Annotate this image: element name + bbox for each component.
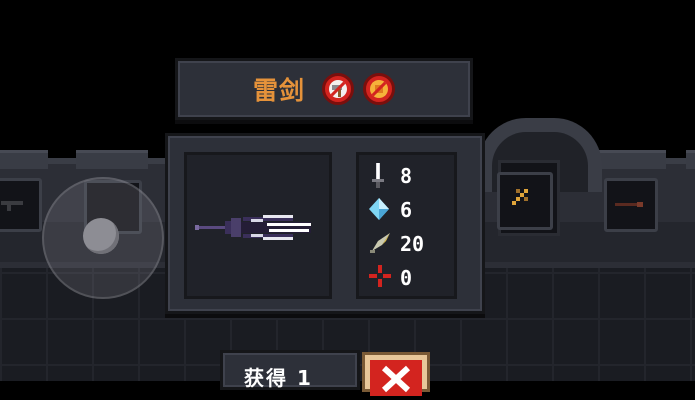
weapon-preview xyxy=(184,152,332,299)
wall-crenel xyxy=(594,150,666,169)
crit-feather-icon xyxy=(370,233,390,253)
close-button[interactable] xyxy=(362,352,430,396)
weapon-rack-slot[interactable] xyxy=(0,178,42,232)
sword-attack-icon xyxy=(372,163,384,188)
wall-crenel xyxy=(0,150,48,169)
wall-crenel xyxy=(76,150,148,169)
wall-crenel xyxy=(686,150,695,169)
no-forge-icon xyxy=(363,73,395,105)
accuracy-crosshair-icon xyxy=(369,265,391,287)
joystick-knob[interactable] xyxy=(83,218,119,254)
energy-crystal-icon xyxy=(369,198,389,220)
attack-value: 8 xyxy=(400,164,413,188)
weapon-rack-slot[interactable] xyxy=(604,178,658,232)
crit-value: 20 xyxy=(400,232,425,256)
crossbow-icon xyxy=(512,189,528,205)
close-x-icon xyxy=(381,365,411,393)
gun-icon xyxy=(615,202,643,207)
energy-value: 6 xyxy=(400,198,413,222)
thunder-sword-icon xyxy=(195,215,311,240)
accuracy-value: 0 xyxy=(400,266,413,290)
no-hammer-icon xyxy=(322,73,354,105)
obtain-label: 获得 1 xyxy=(244,366,313,390)
rifle-icon xyxy=(1,201,23,211)
weapon-rack-slot[interactable] xyxy=(497,172,553,230)
weapon-name: 雷剑 xyxy=(253,76,306,105)
